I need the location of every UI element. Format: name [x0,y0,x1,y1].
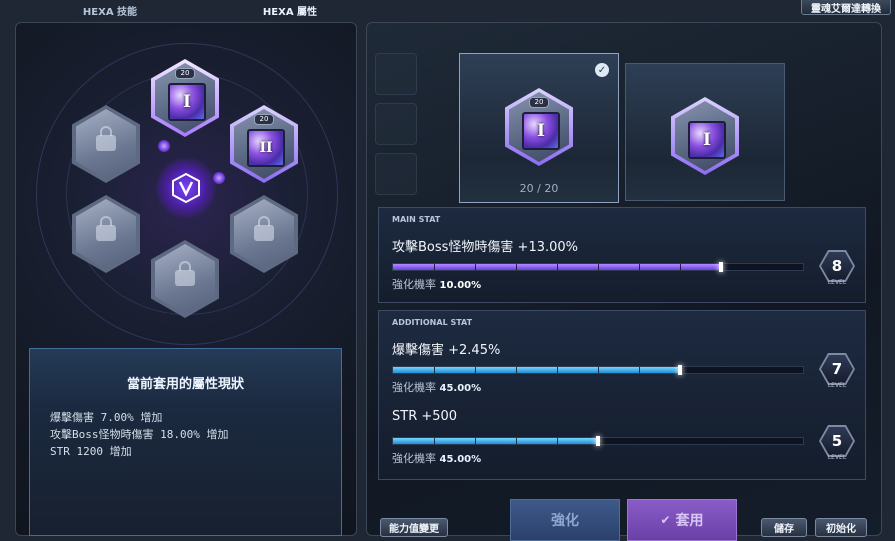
level-value: 8 [821,252,853,280]
enhance-button[interactable]: 強化 [510,499,620,541]
preview-card-current[interactable]: ✓ 20 I 20 / 20 [459,53,619,203]
main-stat-label: MAIN STAT [392,215,441,224]
progress-segment-divider [762,438,763,444]
tab-hexa-stat[interactable]: HEXA 屬性 [200,0,380,18]
additional-stat-rate: 強化機率 45.00% [392,379,481,395]
rate-label: 強化機率 [392,452,436,465]
background-decoration [375,103,417,145]
progress-segment-divider [516,438,517,444]
progress-fill [393,438,598,444]
level-label: LEVEL [827,279,847,286]
rate-value: 45.00% [439,454,482,465]
additional-stat-name: 爆擊傷害 +2.45% [392,343,501,358]
additional-stat-name: STR +500 [392,409,458,424]
reset-button[interactable]: 初始化 [815,518,867,537]
preview-card-next[interactable]: I [625,63,785,201]
progress-segment-divider [516,264,517,270]
progress-segment-divider [762,367,763,373]
additional-stat-rate: 強化機率 45.00% [392,450,481,466]
progress-segment-divider [721,367,722,373]
progress-segment-divider [434,264,435,270]
progress-segment-divider [598,367,599,373]
level-label: LEVEL [827,454,847,461]
node-connector-dot [213,172,225,184]
additional-stat-level: 5 LEVEL [819,425,855,465]
current-stats-title: 當前套用的屬性現狀 [126,377,244,392]
level-value: 5 [821,427,853,455]
additional-stat-progress-bar [392,436,804,446]
background-decoration [375,53,417,95]
level-hex: 8 [819,250,855,282]
tab-hexa-skill[interactable]: HEXA 技能 [40,0,180,18]
node-level-badge: 20 [175,68,195,79]
progress-segment-divider [680,438,681,444]
progress-segment-divider [434,367,435,373]
additional-stat-progress-bar [392,365,804,375]
progress-segment-divider [434,438,435,444]
current-stat-line: 爆擊傷害 7.00% 增加 [50,411,163,424]
stat-gem-icon: II [247,129,285,167]
apply-button[interactable]: ✔ 套用 [627,499,737,541]
node-level-badge: 20 [529,97,549,108]
node-connector-dot [158,140,170,152]
check-circle-icon: ✔ [660,513,671,527]
progress-segment-divider [639,438,640,444]
progress-fill [393,367,680,373]
rate-label: 強化機率 [392,381,436,394]
stat-gem-icon: I [168,83,206,121]
progress-segment-divider [639,264,640,270]
level-hex: 5 [819,425,855,457]
progress-segment-divider [762,264,763,270]
stat-change-button[interactable]: 能力值變更 [380,518,448,537]
rate-label: 強化機率 [392,278,436,291]
rate-value: 10.00% [439,280,482,291]
progress-marker [719,262,723,272]
progress-segment-divider [475,367,476,373]
additional-stat-section: ADDITIONAL STAT 爆擊傷害 +2.45% 強化機率 45.00% … [378,310,866,480]
progress-segment-divider [639,367,640,373]
node-count: 20 / 20 [519,182,559,195]
background-decoration [375,153,417,195]
progress-segment-divider [598,264,599,270]
stat-gem-icon: I [522,112,560,150]
main-stat-rate: 強化機率 10.00% [392,276,481,292]
progress-segment-divider [557,438,558,444]
check-icon: ✓ [595,63,609,77]
hexa-core-icon [170,172,202,204]
main-stat-progress-bar [392,262,804,272]
save-button[interactable]: 儲存 [761,518,807,537]
preview-node: I [671,97,739,175]
stat-gem-icon: I [688,121,726,159]
level-label: LEVEL [827,382,847,389]
progress-segment-divider [721,438,722,444]
progress-segment-divider [475,264,476,270]
level-hex: 7 [819,353,855,385]
apply-label: 套用 [675,513,704,529]
lock-icon [175,261,195,286]
node-level-badge: 20 [254,114,274,125]
lock-icon [254,216,274,241]
main-stat-section: MAIN STAT 攻擊Boss怪物時傷害 +13.00% 強化機率 10.00… [378,207,866,303]
progress-segment-divider [475,438,476,444]
current-stat-line: 攻擊Boss怪物時傷害 18.00% 增加 [50,428,229,441]
preview-node: 20 I [505,88,573,166]
hexa-core [156,158,216,218]
progress-segment-divider [516,367,517,373]
progress-marker [678,365,682,375]
main-stat-level: 8 LEVEL [819,250,855,290]
soul-erda-convert-button[interactable]: 靈魂艾爾達轉換 [801,0,891,15]
additional-stat-level: 7 LEVEL [819,353,855,393]
rate-value: 45.00% [439,383,482,394]
progress-segment-divider [557,264,558,270]
additional-stat-label: ADDITIONAL STAT [392,318,473,327]
lock-icon [96,126,116,151]
current-stats-box: 當前套用的屬性現狀 爆擊傷害 7.00% 增加 攻擊Boss怪物時傷害 18.0… [29,348,342,536]
current-stat-line: STR 1200 增加 [50,445,132,458]
progress-segment-divider [680,264,681,270]
progress-marker [596,436,600,446]
lock-icon [96,216,116,241]
progress-segment-divider [557,367,558,373]
level-value: 7 [821,355,853,383]
main-stat-name: 攻擊Boss怪物時傷害 +13.00% [392,240,579,255]
